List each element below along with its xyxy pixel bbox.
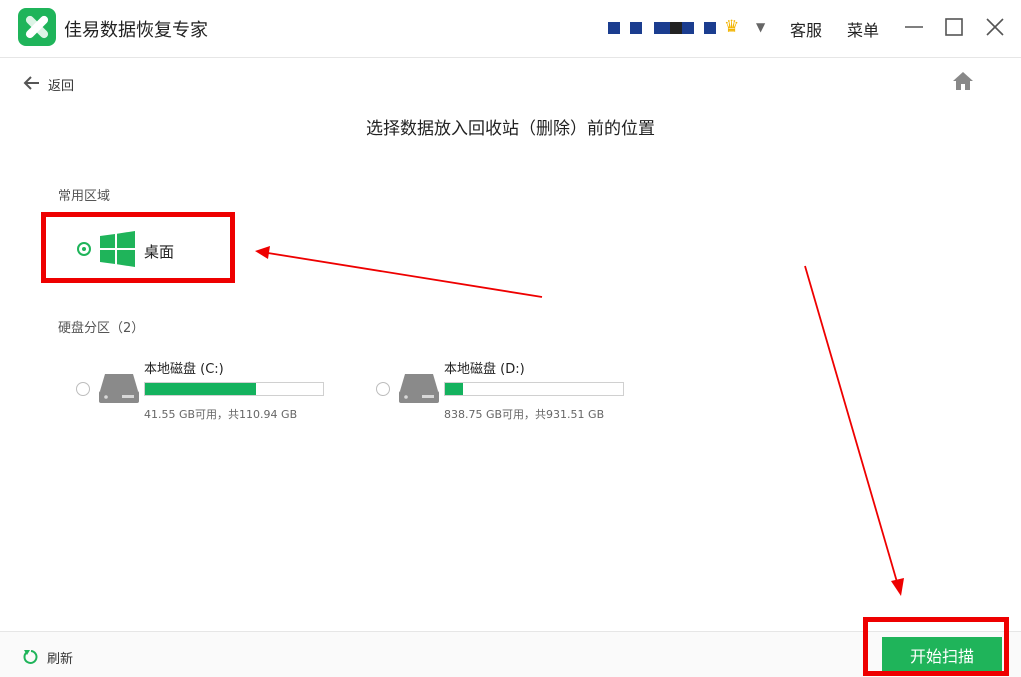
app-title: 佳易数据恢复专家 xyxy=(64,20,208,41)
app-logo-icon xyxy=(18,8,56,46)
arrow-left-icon xyxy=(23,76,39,90)
disk-usage-fill xyxy=(445,383,463,395)
user-avatar-icon xyxy=(682,22,694,34)
disk-usage-text: 838.75 GB可用，共931.51 GB xyxy=(444,408,605,421)
disk-name: 本地磁盘 (C:) xyxy=(144,362,224,377)
hard-disk-icon xyxy=(399,374,439,403)
disk-name: 本地磁盘 (D:) xyxy=(444,362,525,377)
annotation-arrow-line xyxy=(804,265,898,583)
title-bar: 佳易数据恢复专家 ♛ ▼ 客服 菜单 xyxy=(0,0,1021,58)
user-account[interactable]: ♛ xyxy=(606,17,754,38)
disk-usage-fill xyxy=(145,383,257,395)
hard-disk-icon xyxy=(99,374,139,403)
windows-icon xyxy=(100,231,135,267)
vip-crown-icon: ♛ xyxy=(724,17,740,37)
disk-d-radio[interactable] xyxy=(376,382,390,396)
home-icon[interactable] xyxy=(952,70,974,96)
user-avatar-icon xyxy=(608,22,620,34)
annotation-arrowhead xyxy=(891,578,904,596)
disk-usage-bar xyxy=(144,382,324,396)
chevron-down-icon[interactable]: ▼ xyxy=(756,20,765,34)
user-avatar-icon xyxy=(630,22,642,34)
desktop-label: 桌面 xyxy=(144,243,175,261)
footer-bar: 刷新 开始扫描 xyxy=(0,631,1021,677)
close-icon[interactable] xyxy=(983,15,1007,39)
user-avatar-icon xyxy=(704,22,716,34)
desktop-radio[interactable] xyxy=(77,242,91,256)
annotation-arrowhead xyxy=(255,246,270,259)
menu-button[interactable]: 菜单 xyxy=(847,17,879,41)
start-scan-button[interactable]: 开始扫描 xyxy=(882,637,1002,673)
refresh-icon xyxy=(23,650,38,664)
annotation-arrows xyxy=(255,246,904,596)
disk-usage-text: 41.55 GB可用，共110.94 GB xyxy=(144,408,298,421)
disk-c-radio[interactable] xyxy=(76,382,90,396)
refresh-label: 刷新 xyxy=(47,652,74,667)
annotation-arrow-line xyxy=(267,252,543,298)
disk-partition-label: 硬盘分区（2） xyxy=(58,321,145,336)
back-label: 返回 xyxy=(48,79,75,94)
maximize-icon[interactable] xyxy=(942,15,966,39)
common-area-label: 常用区域 xyxy=(58,189,111,204)
customer-service-link[interactable]: 客服 xyxy=(790,17,822,41)
disk-usage-bar xyxy=(444,382,624,396)
minimize-icon[interactable] xyxy=(902,15,926,39)
page-heading: 选择数据放入回收站（删除）前的位置 xyxy=(366,119,655,139)
